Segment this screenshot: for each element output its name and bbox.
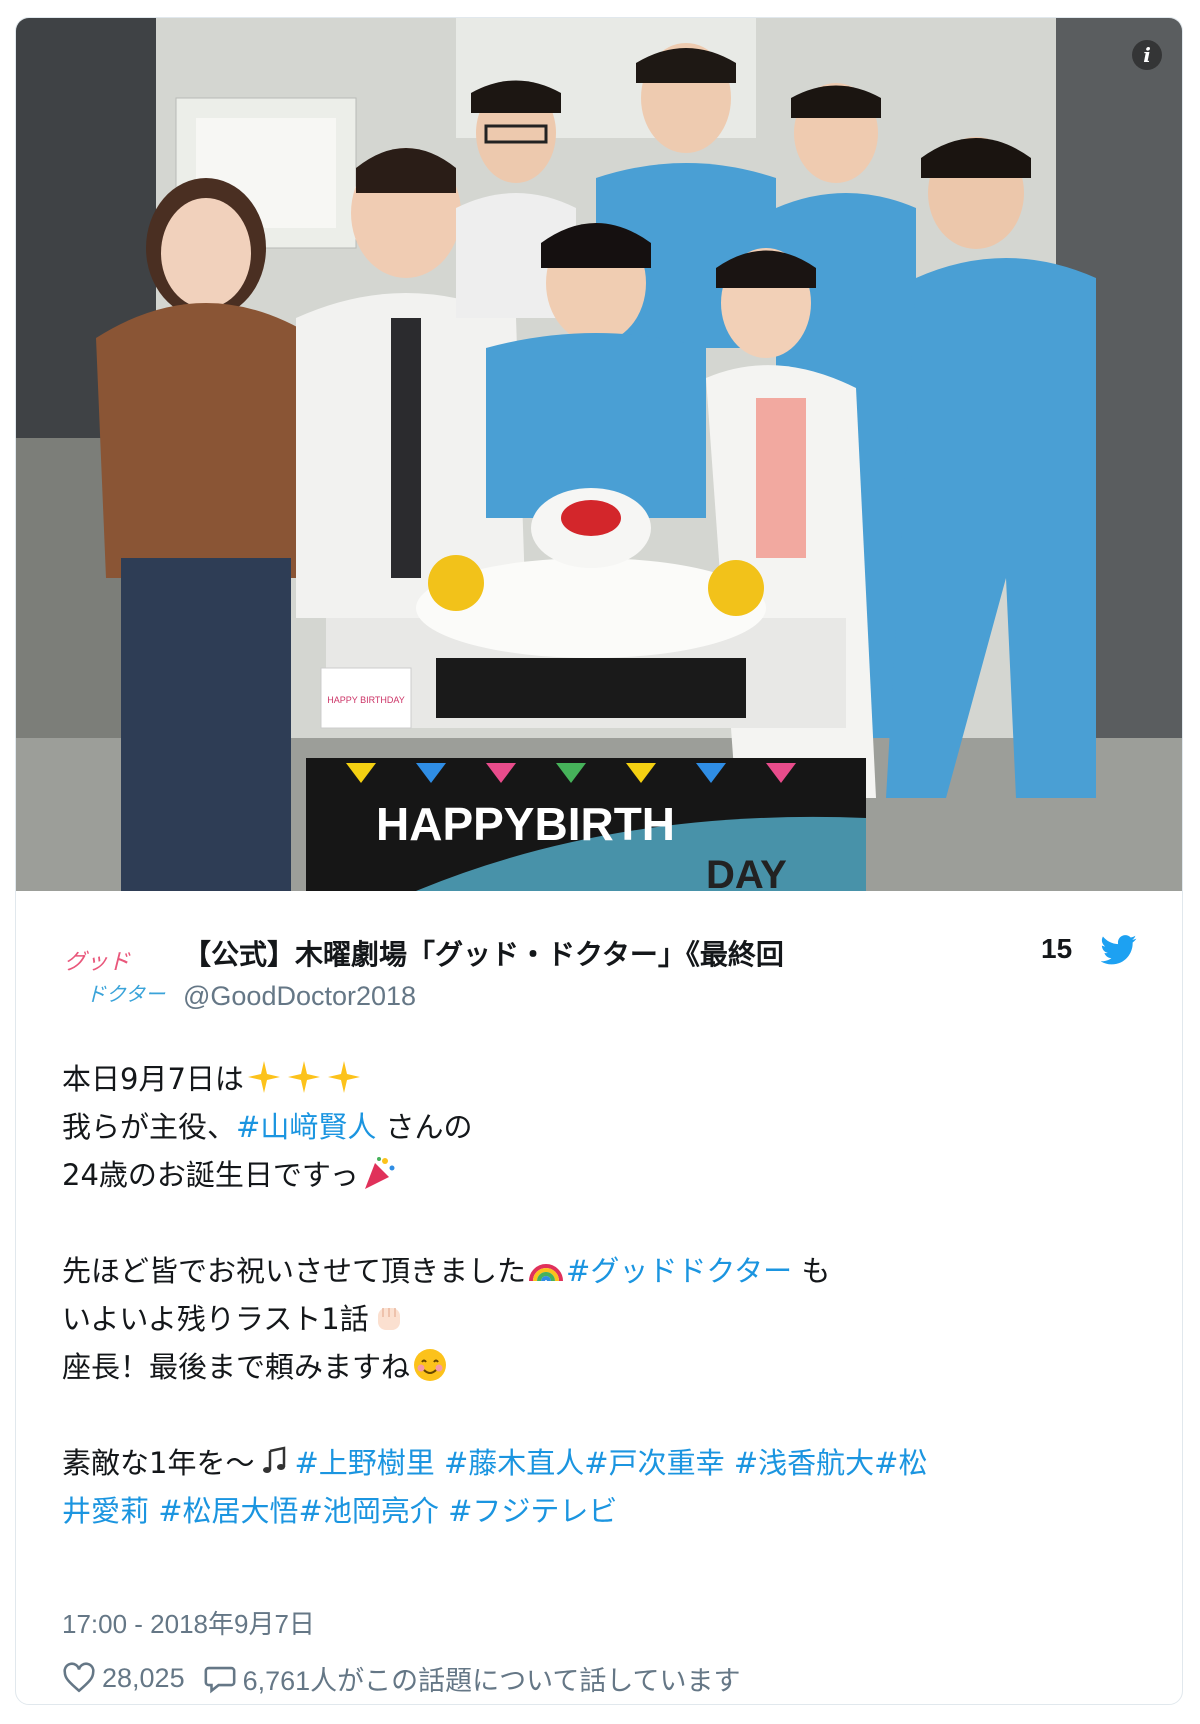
like-button[interactable]: 28,025 xyxy=(62,1661,185,1695)
tweet-line-7: 素敵な1年を〜 #上野樹里 #藤木直人#戸次重幸 #浅香航大#松 xyxy=(62,1439,1162,1487)
hashtag-link[interactable]: #フジテレビ xyxy=(439,1494,617,1528)
hashtag-link[interactable]: #池岡亮介 xyxy=(299,1494,439,1528)
tweet-line-1: 本日9月7日は xyxy=(62,1055,1162,1103)
tweet-timestamp[interactable]: 17:00 - 2018年9月7日 xyxy=(62,1604,315,1641)
music-note-icon xyxy=(263,1446,286,1473)
account-avatar[interactable]: グッド ドクター xyxy=(56,935,166,1015)
sparkles-icon xyxy=(327,1061,360,1093)
conversation-text: 6,761人がこの話題について話しています xyxy=(242,1665,741,1696)
twitter-bird-icon[interactable] xyxy=(1101,935,1137,965)
hashtag-link[interactable]: #藤木直人 xyxy=(435,1446,584,1480)
hashtag-link[interactable]: #浅香航大 xyxy=(725,1446,874,1480)
banner-text-2: DAY xyxy=(706,853,787,891)
smile-icon xyxy=(414,1349,447,1381)
tweet-line-5: いよいよ残りラスト1話 xyxy=(62,1295,1162,1343)
birthday-card-text: HAPPY BIRTHDAY xyxy=(327,695,405,705)
group-photo-illustration: HAPPYBIRTH DAY HAPPY BIRTHDAY xyxy=(16,18,1182,891)
tweet-photo[interactable]: HAPPYBIRTH DAY HAPPY BIRTHDAY i xyxy=(16,18,1182,891)
hashtag-link[interactable]: #松居大悟 xyxy=(149,1494,298,1528)
banner-text-1: HAPPYBIRTH xyxy=(376,798,675,850)
heart-icon xyxy=(63,1662,95,1693)
conversation-link[interactable]: 6,761人がこの話題について話しています xyxy=(203,1659,741,1698)
party-popper-icon xyxy=(364,1157,395,1189)
info-icon[interactable]: i xyxy=(1132,40,1162,70)
hashtag-link[interactable]: #松 xyxy=(874,1446,927,1480)
tweet-header: グッド ドクター 【公式】木曜劇場「グッド・ドクター」《最終回 @GoodDoc… xyxy=(56,923,1146,1033)
tweet-line-6: 座長！最後まで頼みますね xyxy=(62,1343,1162,1391)
like-count: 28,025 xyxy=(102,1662,185,1693)
rainbow-icon xyxy=(529,1264,564,1282)
tweet-card: HAPPYBIRTH DAY HAPPY BIRTHDAY i グッド ドクター… xyxy=(15,17,1183,1705)
hashtag-link[interactable]: #上野樹里 xyxy=(294,1446,434,1480)
hashtag-link[interactable]: #グッドドクター xyxy=(566,1254,792,1288)
tweet-line-2: 我らが主役、#山﨑賢人 さんの xyxy=(62,1110,473,1144)
sparkles-icon xyxy=(247,1061,280,1093)
hashtag-link[interactable]: 井愛莉 xyxy=(62,1494,149,1528)
header-count: 15 xyxy=(1041,933,1073,964)
fist-icon xyxy=(377,1308,400,1330)
hashtag-link[interactable]: #戸次重幸 xyxy=(584,1446,724,1480)
sparkles-icon xyxy=(287,1061,320,1093)
tweet-text: 本日9月7日は 我らが主役、#山﨑賢人 さんの 24歳のお誕生日ですっ 先ほど皆… xyxy=(62,1055,1162,1535)
tweet-line-8: 井愛莉 #松居大悟#池岡亮介 #フジテレビ xyxy=(62,1487,1162,1535)
avatar-text-2: ドクター xyxy=(86,982,166,1006)
tweet-line-3: 24歳のお誕生日ですっ xyxy=(62,1151,1162,1199)
tweet-line-4: 先ほど皆でお祝いさせて頂きました #グッドドクター も xyxy=(62,1247,1162,1295)
avatar-text-1: グッド xyxy=(64,950,131,975)
speech-bubble-icon xyxy=(204,1666,236,1694)
account-name[interactable]: 【公式】木曜劇場「グッド・ドクター」《最終回 xyxy=(183,933,963,973)
account-handle[interactable]: @GoodDoctor2018 xyxy=(183,981,416,1012)
tweet-actions: 28,025 6,761人がこの話題について話しています xyxy=(62,1658,759,1698)
hashtag-link[interactable]: #山﨑賢人 xyxy=(236,1110,376,1144)
